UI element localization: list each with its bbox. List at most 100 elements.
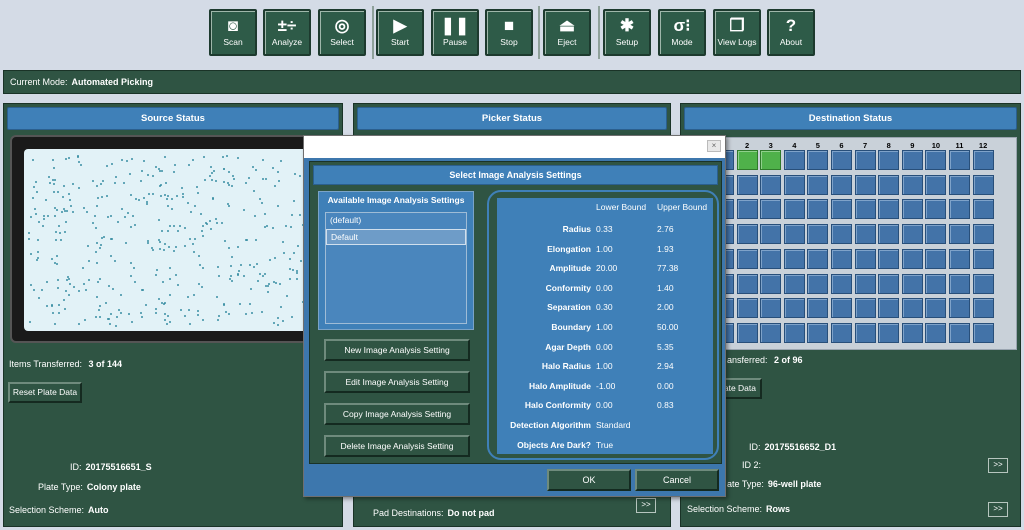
destination-well[interactable] — [783, 298, 805, 319]
destination-well[interactable] — [878, 224, 900, 245]
destination-well[interactable] — [854, 199, 876, 220]
destination-well[interactable] — [925, 150, 947, 170]
eject-button[interactable]: ⏏ Eject — [543, 9, 591, 56]
destination-well[interactable] — [901, 199, 923, 220]
destination-well[interactable] — [972, 150, 994, 170]
destination-well[interactable] — [760, 322, 782, 343]
destination-well[interactable] — [925, 224, 947, 245]
destination-well[interactable] — [736, 199, 758, 220]
settings-list-item[interactable]: Default — [326, 229, 466, 245]
lower-bound-value[interactable]: 0.00 — [596, 396, 613, 415]
destination-well[interactable] — [901, 273, 923, 294]
lower-bound-value[interactable]: 1.00 — [596, 318, 613, 337]
start-button[interactable]: ▶ Start — [376, 9, 424, 56]
mode-button[interactable]: σ⁝ Mode — [658, 9, 706, 56]
lower-bound-value[interactable]: 1.00 — [596, 357, 613, 376]
copy-setting-button[interactable]: Copy Image Analysis Setting — [324, 403, 470, 425]
upper-bound-value[interactable]: 1.93 — [657, 240, 674, 259]
destination-well[interactable] — [807, 199, 829, 220]
destination-well[interactable] — [972, 273, 994, 294]
stop-button[interactable]: ■ Stop — [485, 9, 533, 56]
upper-bound-value[interactable]: 2.94 — [657, 357, 674, 376]
destination-well[interactable] — [854, 248, 876, 269]
lower-bound-value[interactable]: 0.00 — [596, 338, 613, 357]
destination-well[interactable] — [783, 273, 805, 294]
destination-well[interactable] — [807, 322, 829, 343]
lower-bound-value[interactable]: True — [596, 436, 613, 455]
edit-setting-button[interactable]: Edit Image Analysis Setting — [324, 371, 470, 393]
destination-id2-more-button[interactable]: >> — [988, 458, 1008, 473]
destination-well[interactable] — [831, 174, 852, 195]
destination-well[interactable] — [736, 150, 758, 170]
reset-plate-data-button[interactable]: Reset Plate Data — [8, 382, 82, 403]
destination-well[interactable] — [831, 150, 852, 170]
destination-well[interactable] — [831, 273, 852, 294]
destination-well[interactable] — [736, 248, 758, 269]
scan-button[interactable]: ◙ Scan — [209, 9, 257, 56]
destination-well[interactable] — [972, 298, 994, 319]
destination-well[interactable] — [783, 224, 805, 245]
destination-well[interactable] — [760, 199, 782, 220]
destination-well[interactable] — [949, 150, 970, 170]
lower-bound-value[interactable]: -1.00 — [596, 377, 615, 396]
destination-scheme-more-button[interactable]: >> — [988, 502, 1008, 517]
destination-well[interactable] — [972, 224, 994, 245]
destination-well[interactable] — [736, 298, 758, 319]
destination-well[interactable] — [972, 199, 994, 220]
destination-well[interactable] — [949, 322, 970, 343]
destination-well[interactable] — [925, 273, 947, 294]
destination-well[interactable] — [925, 199, 947, 220]
destination-well[interactable] — [760, 174, 782, 195]
destination-well[interactable] — [901, 150, 923, 170]
destination-well[interactable] — [854, 224, 876, 245]
new-setting-button[interactable]: New Image Analysis Setting — [324, 339, 470, 361]
destination-well[interactable] — [807, 224, 829, 245]
destination-well[interactable] — [807, 248, 829, 269]
available-settings-list[interactable]: (default) Default — [325, 212, 467, 324]
picker-more-button[interactable]: >> — [636, 498, 656, 513]
destination-well[interactable] — [854, 322, 876, 343]
setup-button[interactable]: ✱ Setup — [603, 9, 651, 56]
destination-well[interactable] — [901, 248, 923, 269]
destination-well[interactable] — [949, 248, 970, 269]
destination-well[interactable] — [949, 298, 970, 319]
lower-bound-value[interactable]: 0.00 — [596, 279, 613, 298]
destination-well[interactable] — [925, 322, 947, 343]
destination-well[interactable] — [831, 322, 852, 343]
destination-well[interactable] — [854, 174, 876, 195]
upper-bound-value[interactable]: 0.00 — [657, 377, 674, 396]
destination-well[interactable] — [949, 273, 970, 294]
destination-well[interactable] — [760, 248, 782, 269]
destination-well[interactable] — [901, 322, 923, 343]
destination-well[interactable] — [831, 224, 852, 245]
destination-well[interactable] — [736, 273, 758, 294]
upper-bound-value[interactable]: 5.35 — [657, 338, 674, 357]
destination-well[interactable] — [925, 174, 947, 195]
upper-bound-value[interactable]: 0.83 — [657, 396, 674, 415]
upper-bound-value[interactable]: 1.40 — [657, 279, 674, 298]
destination-well[interactable] — [878, 248, 900, 269]
destination-well[interactable] — [831, 199, 852, 220]
lower-bound-value[interactable]: 1.00 — [596, 240, 613, 259]
destination-well[interactable] — [878, 150, 900, 170]
upper-bound-value[interactable]: 50.00 — [657, 318, 678, 337]
destination-well[interactable] — [854, 273, 876, 294]
destination-well[interactable] — [949, 224, 970, 245]
destination-well[interactable] — [972, 248, 994, 269]
settings-list-item[interactable]: (default) — [326, 213, 466, 229]
pause-button[interactable]: ❚❚ Pause — [431, 9, 479, 56]
destination-well[interactable] — [807, 298, 829, 319]
destination-well[interactable] — [972, 322, 994, 343]
destination-well[interactable] — [878, 199, 900, 220]
destination-well[interactable] — [807, 174, 829, 195]
destination-well[interactable] — [878, 273, 900, 294]
destination-well[interactable] — [783, 150, 805, 170]
lower-bound-value[interactable]: 20.00 — [596, 259, 617, 278]
destination-well[interactable] — [901, 174, 923, 195]
source-plate-image[interactable] — [10, 135, 342, 343]
upper-bound-value[interactable]: 77.38 — [657, 259, 678, 278]
destination-well[interactable] — [854, 298, 876, 319]
destination-well[interactable] — [760, 224, 782, 245]
destination-well[interactable] — [972, 174, 994, 195]
destination-well[interactable] — [831, 298, 852, 319]
